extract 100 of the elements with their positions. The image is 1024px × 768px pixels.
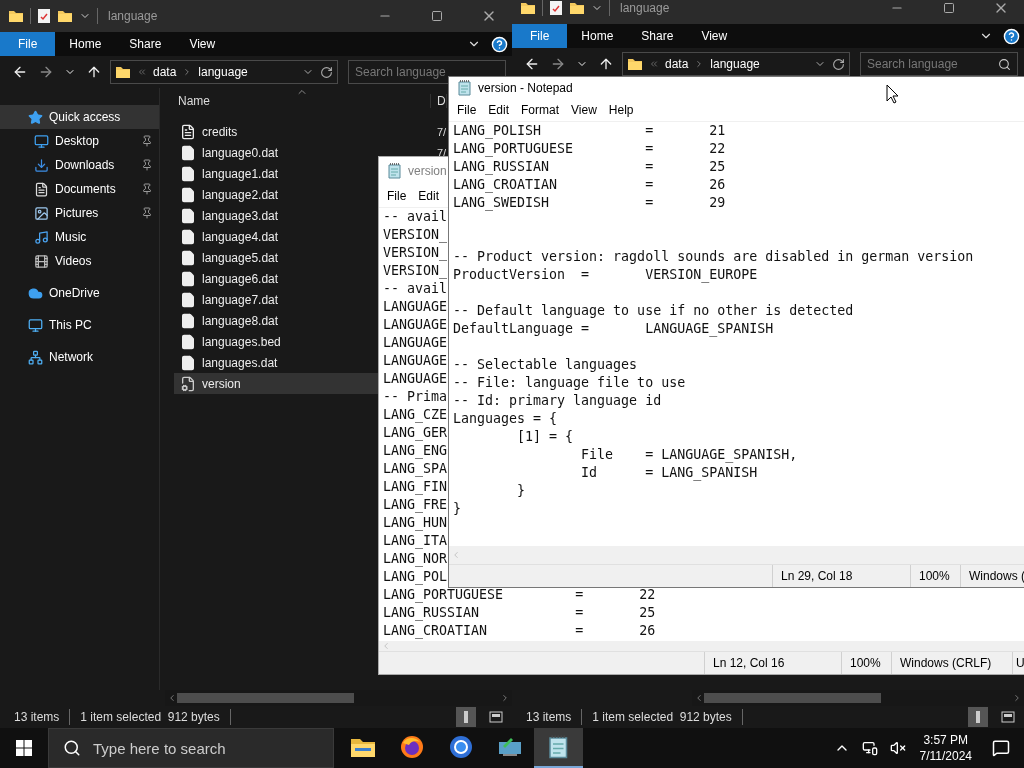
menu-item[interactable]: Format — [515, 103, 566, 117]
folder-icon — [520, 0, 536, 16]
status-text: Ln 29, Col 18 — [772, 565, 910, 587]
breadcrumb-item[interactable]: data — [665, 57, 689, 71]
horizontal-scrollbar[interactable] — [379, 641, 1024, 651]
code-line: ProductVersion = VERSION_EUROPE — [453, 266, 758, 284]
menu-item[interactable]: Edit — [482, 103, 516, 117]
ribbon-tab[interactable]: Share — [627, 24, 688, 48]
navigation-item[interactable]: Pictures — [0, 201, 159, 225]
code-line: -- Id: primary language id — [453, 392, 662, 410]
text-file-icon — [180, 123, 196, 140]
code-line: LANG_GER — [383, 424, 448, 442]
file-icon — [180, 312, 196, 329]
code-line: LANG_POLISH = 21 — [453, 122, 726, 140]
large-icons-view-icon — [489, 711, 503, 723]
file-row[interactable]: language0.dat — [174, 142, 378, 163]
ribbon-tab[interactable]: Home — [567, 24, 628, 48]
code-line: LANG_HUN — [383, 514, 448, 532]
scroll-right-icon[interactable] — [500, 693, 510, 703]
refresh-icon[interactable] — [832, 57, 845, 71]
file-row[interactable]: languages.bed — [174, 331, 378, 352]
navigation-item[interactable]: Downloads — [0, 153, 159, 177]
menu-item[interactable]: View — [565, 103, 603, 117]
taskbar-app-button[interactable] — [534, 728, 583, 768]
navigation-item[interactable]: Music — [0, 225, 159, 249]
clock[interactable]: 3:57 PM 7/11/2024 — [919, 732, 972, 764]
column-header[interactable]: Name — [160, 94, 431, 108]
notifications-button[interactable] — [990, 739, 1012, 757]
document-icon — [34, 181, 49, 197]
breadcrumb-item[interactable]: language — [198, 65, 248, 79]
code-line: LANGUAGE — [383, 370, 448, 388]
status-text: 100% — [841, 652, 891, 674]
notepad-icon — [387, 163, 403, 179]
navigation-item[interactable]: Quick access — [0, 105, 159, 129]
code-line: LANGUAGE — [383, 352, 448, 370]
code-line: LANGUAGE — [383, 334, 448, 352]
address-bar[interactable]: data language — [110, 60, 338, 84]
ribbon-tab[interactable]: File — [512, 24, 568, 48]
column-header[interactable]: D — [431, 94, 447, 108]
details-view-button[interactable] — [456, 707, 476, 727]
menu-item[interactable]: File — [451, 103, 483, 117]
navigation-item[interactable]: Desktop — [0, 129, 159, 153]
search-input[interactable]: Type here to search — [93, 739, 333, 757]
notepad-icon — [457, 80, 473, 96]
file-row[interactable]: languages.dat — [174, 352, 378, 373]
properties-icon[interactable] — [37, 8, 51, 24]
code-line: LANG_ITA — [383, 532, 448, 550]
search-field[interactable]: Search language — [348, 60, 506, 84]
refresh-icon[interactable] — [320, 65, 333, 79]
menu-item[interactable]: Help — [602, 103, 640, 117]
scroll-left-icon[interactable] — [694, 693, 704, 703]
menu-item[interactable]: File — [381, 189, 413, 203]
menu-item[interactable]: Edit — [412, 189, 446, 203]
ribbon-tab[interactable]: Share — [115, 32, 176, 56]
file-row[interactable]: version — [174, 373, 378, 394]
pin-icon[interactable] — [141, 159, 153, 171]
file-row[interactable]: language8.dat — [174, 310, 378, 331]
ribbon-tab[interactable]: File — [0, 32, 56, 56]
code-line: LANG_PORTUGUESE = 22 — [453, 140, 726, 158]
file-row[interactable]: language3.dat — [174, 205, 378, 226]
navigation-item[interactable]: Network — [0, 345, 159, 369]
cloud-icon — [28, 285, 43, 301]
file-row[interactable]: language1.dat — [174, 163, 378, 184]
breadcrumb-item[interactable]: data — [153, 65, 177, 79]
search-input[interactable]: Search language — [355, 65, 499, 79]
help-icon[interactable] — [1003, 27, 1020, 45]
ribbon-tab[interactable]: View — [175, 32, 230, 56]
help-icon[interactable] — [491, 35, 508, 53]
navigation-item[interactable]: Documents — [0, 177, 159, 201]
folder-icon — [115, 64, 131, 80]
details-view-button[interactable] — [968, 707, 988, 727]
mouse-pointer-icon — [886, 84, 900, 104]
pin-icon[interactable] — [141, 207, 153, 219]
pin-icon[interactable] — [141, 183, 153, 195]
pin-icon[interactable] — [141, 135, 153, 147]
window-title: language — [620, 1, 670, 15]
search-field[interactable]: Search language — [860, 52, 1018, 76]
scroll-right-icon[interactable] — [1012, 693, 1022, 703]
navigation-item[interactable]: OneDrive — [0, 281, 159, 305]
file-row[interactable]: language5.dat — [174, 247, 378, 268]
scroll-left-icon[interactable] — [167, 693, 177, 703]
star-icon — [28, 109, 43, 125]
search-input[interactable]: Search language — [867, 57, 998, 71]
file-icon — [180, 207, 196, 224]
navigation-item[interactable]: This PC — [0, 313, 159, 337]
date-cell: 7/ — [437, 125, 447, 138]
ribbon-tab[interactable]: View — [687, 24, 742, 48]
navigation-item[interactable]: Videos — [0, 249, 159, 273]
file-row[interactable]: language7.dat — [174, 289, 378, 310]
ribbon-tab[interactable]: Home — [55, 32, 116, 56]
horizontal-scrollbar[interactable] — [449, 546, 1024, 564]
file-row[interactable]: language4.dat — [174, 226, 378, 247]
taskbar-search-field[interactable]: Type here to search — [48, 728, 334, 768]
code-line: VERSION_ — [383, 226, 448, 244]
breadcrumb-item[interactable]: language — [710, 57, 760, 71]
file-row[interactable]: language2.dat — [174, 184, 378, 205]
file-row[interactable]: credits — [174, 121, 378, 142]
properties-icon[interactable] — [549, 0, 563, 16]
status-text: 100% — [910, 565, 960, 587]
file-row[interactable]: language6.dat — [174, 268, 378, 289]
